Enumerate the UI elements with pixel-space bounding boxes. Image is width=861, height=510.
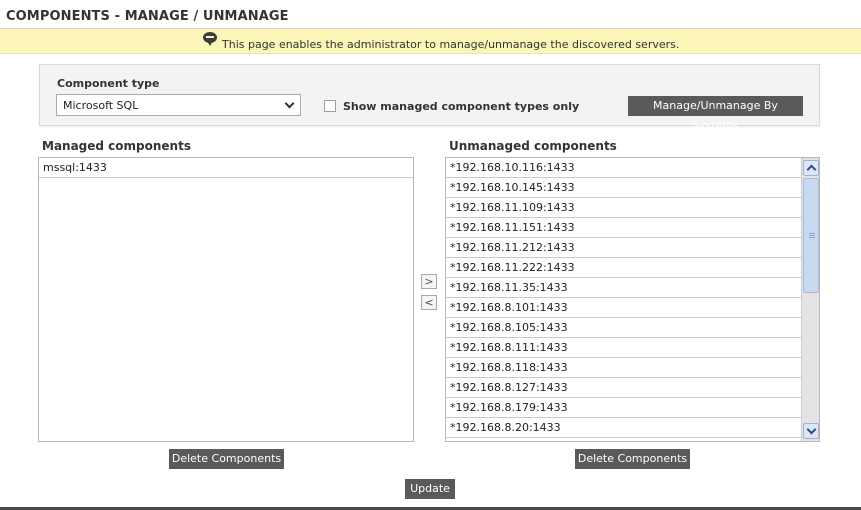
managed-components-title: Managed components (42, 139, 191, 153)
list-item[interactable]: *192.168.11.109:1433 (446, 198, 802, 218)
speech-bubble-icon (203, 32, 217, 46)
show-managed-checkbox[interactable] (324, 100, 336, 112)
unmanaged-components-list[interactable]: *192.168.10.116:1433 *192.168.10.145:143… (445, 157, 820, 442)
update-button[interactable]: Update (405, 479, 455, 499)
manage-by-systems-button[interactable]: Manage/Unmanage By Systems (628, 96, 803, 132)
component-type-label: Component type (57, 77, 160, 90)
list-item[interactable]: mssql:1433 (39, 158, 413, 178)
list-item[interactable]: *192.168.8.127:1433 (446, 378, 802, 398)
list-item[interactable]: *192.168.8.101:1433 (446, 298, 802, 318)
list-item[interactable]: *192.168.11.35:1433 (446, 278, 802, 298)
scrollbar[interactable] (801, 158, 819, 441)
delete-unmanaged-components-button[interactable]: Delete Components (575, 449, 690, 469)
info-banner: This page enables the administrator to m… (0, 29, 861, 54)
list-item[interactable]: *192.168.11.151:1433 (446, 218, 802, 238)
list-item[interactable]: *192.168.10.116:1433 (446, 158, 802, 178)
list-item[interactable]: *192.168.11.212:1433 (446, 238, 802, 258)
grip-icon (809, 233, 815, 234)
chevron-down-icon (284, 98, 295, 109)
filter-panel: Component type Microsoft SQL Show manage… (39, 64, 820, 132)
move-to-unmanaged-button[interactable]: > (421, 274, 437, 289)
list-item[interactable]: *192.168.8.179:1433 (446, 398, 802, 418)
info-text: This page enables the administrator to m… (222, 38, 680, 51)
page-title: COMPONENTS - MANAGE / UNMANAGE (6, 9, 289, 24)
show-managed-label[interactable]: Show managed component types only (343, 100, 579, 113)
list-item[interactable]: *192.168.8.111:1433 (446, 338, 802, 358)
list-item[interactable]: *192.168.10.145:1433 (446, 178, 802, 198)
delete-managed-components-button[interactable]: Delete Components (169, 449, 284, 469)
list-item[interactable]: *192.168.8.105:1433 (446, 318, 802, 338)
component-type-select[interactable]: Microsoft SQL (56, 94, 301, 116)
scroll-up-icon[interactable] (803, 160, 819, 176)
managed-components-list[interactable]: mssql:1433 (38, 157, 414, 442)
list-item[interactable]: *192.168.8.118:1433 (446, 358, 802, 378)
scroll-thumb[interactable] (803, 178, 819, 293)
scroll-down-icon[interactable] (803, 423, 819, 439)
component-type-value: Microsoft SQL (63, 99, 139, 112)
move-to-managed-button[interactable]: < (421, 295, 437, 310)
unmanaged-components-title: Unmanaged components (449, 139, 617, 153)
list-item[interactable]: *192.168.8.20:1433 (446, 418, 802, 438)
list-item[interactable]: *192.168.11.222:1433 (446, 258, 802, 278)
